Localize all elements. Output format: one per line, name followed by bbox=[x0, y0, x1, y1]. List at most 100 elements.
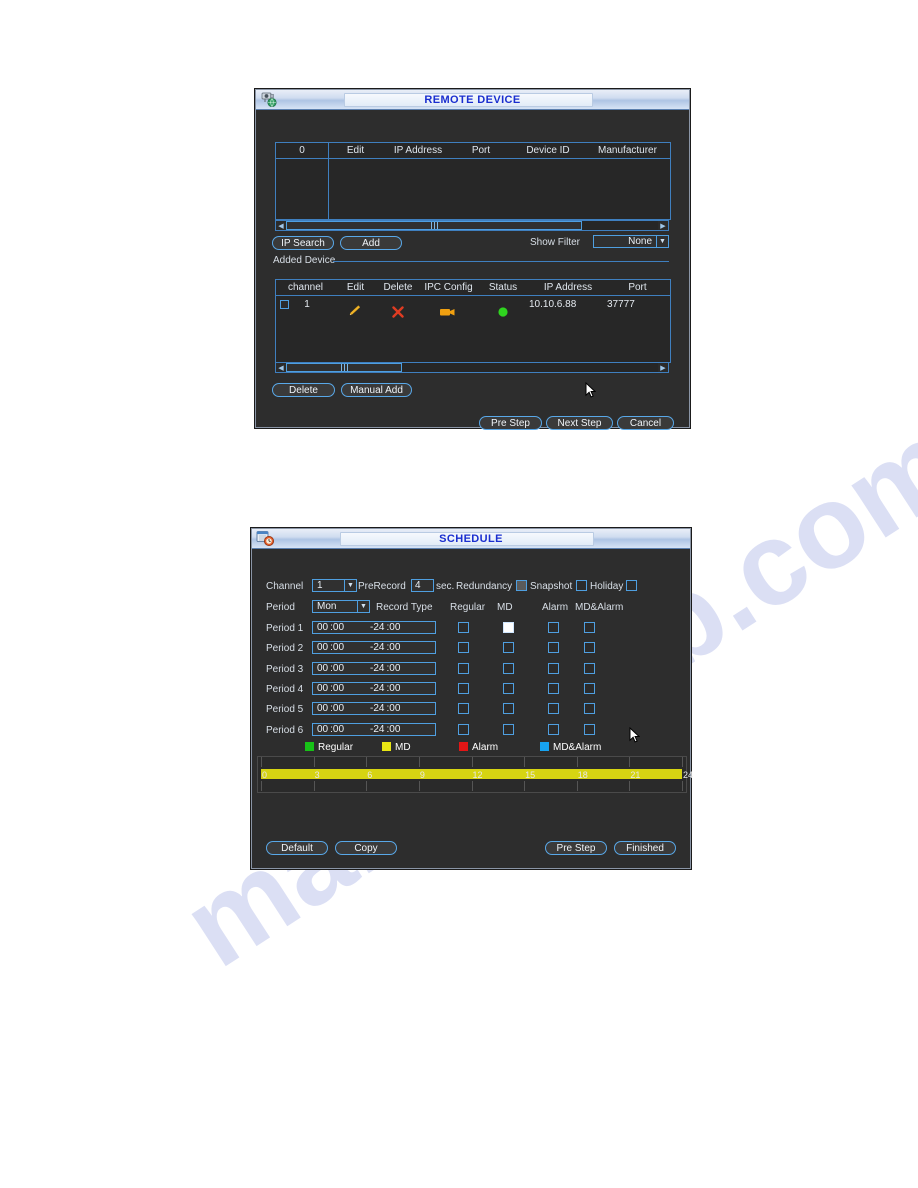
start-minute[interactable]: :00 bbox=[328, 703, 344, 714]
chevron-down-icon[interactable]: ▼ bbox=[656, 236, 668, 247]
period-4-md-checkbox[interactable] bbox=[503, 682, 514, 694]
period-1-regular-checkbox[interactable] bbox=[458, 622, 469, 633]
end-hour[interactable]: -24 bbox=[344, 642, 384, 653]
start-minute[interactable]: :00 bbox=[328, 663, 344, 674]
period-5-md-checkbox[interactable] bbox=[503, 703, 514, 715]
manual-add-button[interactable]: Manual Add bbox=[341, 383, 412, 397]
period-5-regular-checkbox[interactable] bbox=[458, 703, 469, 715]
period-6-md-alarm-checkbox[interactable] bbox=[584, 723, 595, 735]
period-3-md-alarm-checkbox[interactable] bbox=[584, 662, 595, 674]
timeline-tick bbox=[524, 781, 526, 791]
scroll-thumb[interactable] bbox=[286, 363, 402, 372]
search-table-hscrollbar[interactable]: ◀ ▶ bbox=[275, 220, 669, 231]
end-minute[interactable]: :00 bbox=[384, 622, 400, 633]
period-time-range-2[interactable]: 00:00 -24:00 bbox=[312, 641, 436, 655]
search-result-table[interactable]: 0 Edit IP Address Port Device ID Manufac… bbox=[275, 142, 671, 220]
period-4-alarm-checkbox[interactable] bbox=[548, 682, 559, 694]
period-1-md-checkbox[interactable] bbox=[503, 622, 514, 633]
holiday-checkbox[interactable] bbox=[626, 580, 637, 591]
x-icon[interactable] bbox=[392, 306, 404, 318]
timeline-bar-md[interactable] bbox=[261, 769, 682, 779]
scroll-thumb[interactable] bbox=[286, 221, 582, 230]
end-hour[interactable]: -24 bbox=[344, 683, 384, 694]
period-2-alarm-checkbox[interactable] bbox=[548, 642, 559, 654]
prerecord-input[interactable]: 4 bbox=[411, 579, 434, 592]
scroll-right-icon[interactable]: ▶ bbox=[658, 363, 668, 372]
start-minute[interactable]: :00 bbox=[328, 724, 344, 735]
period-1-md-alarm-checkbox[interactable] bbox=[584, 622, 595, 633]
end-minute[interactable]: :00 bbox=[384, 642, 400, 653]
channel-dropdown[interactable]: 1 ▼ bbox=[312, 579, 357, 592]
added-device-table[interactable]: channel Edit Delete IPC Config Status IP… bbox=[275, 279, 671, 363]
header-channel: channel bbox=[287, 282, 324, 293]
start-hour[interactable]: 00 bbox=[313, 642, 328, 653]
period-5-alarm-checkbox[interactable] bbox=[548, 703, 559, 715]
start-minute[interactable]: :00 bbox=[328, 622, 344, 633]
period-3-regular-checkbox[interactable] bbox=[458, 662, 469, 674]
start-hour[interactable]: 00 bbox=[313, 663, 328, 674]
show-filter-dropdown[interactable]: None ▼ bbox=[593, 235, 669, 248]
period-6-regular-checkbox[interactable] bbox=[458, 723, 469, 735]
period-2-md-checkbox[interactable] bbox=[503, 642, 514, 654]
default-button[interactable]: Default bbox=[266, 841, 328, 855]
end-minute[interactable]: :00 bbox=[384, 703, 400, 714]
period-4-regular-checkbox[interactable] bbox=[458, 682, 469, 694]
redundancy-checkbox[interactable] bbox=[516, 580, 527, 591]
ip-search-button[interactable]: IP Search bbox=[272, 236, 334, 250]
finished-button[interactable]: Finished bbox=[614, 841, 676, 855]
period-time-range-1[interactable]: 00:00 -24:00 bbox=[312, 621, 436, 634]
schedule-timeline[interactable]: 0 3 6 9 12 15 18 21 24 bbox=[257, 756, 693, 793]
pre-step-button[interactable]: Pre Step bbox=[545, 841, 607, 855]
row-select-checkbox[interactable] bbox=[280, 299, 289, 309]
period-time-range-3[interactable]: 00:00 -24:00 bbox=[312, 661, 436, 675]
period-4-md-alarm-checkbox[interactable] bbox=[584, 682, 595, 694]
start-minute[interactable]: :00 bbox=[328, 642, 344, 653]
period-3-alarm-checkbox[interactable] bbox=[548, 662, 559, 674]
end-hour[interactable]: -24 bbox=[344, 622, 384, 633]
period-3-md-checkbox[interactable] bbox=[503, 662, 514, 674]
scroll-left-icon[interactable]: ◀ bbox=[276, 221, 286, 230]
scroll-left-icon[interactable]: ◀ bbox=[276, 363, 286, 372]
end-minute[interactable]: :00 bbox=[384, 663, 400, 674]
delete-button[interactable]: Delete bbox=[272, 383, 335, 397]
period-6-md-checkbox[interactable] bbox=[503, 723, 514, 735]
pencil-icon[interactable] bbox=[348, 305, 362, 317]
period-2-regular-checkbox[interactable] bbox=[458, 642, 469, 654]
next-step-button[interactable]: Next Step bbox=[546, 416, 613, 430]
pre-step-button[interactable]: Pre Step bbox=[479, 416, 542, 430]
cancel-button[interactable]: Cancel bbox=[617, 416, 674, 430]
period-1-alarm-checkbox[interactable] bbox=[548, 622, 559, 633]
timeline-tick bbox=[366, 757, 368, 767]
period-time-range-5[interactable]: 00:00 -24:00 bbox=[312, 702, 436, 716]
start-hour[interactable]: 00 bbox=[313, 683, 328, 694]
thumb-grip bbox=[340, 364, 342, 371]
chevron-down-icon[interactable]: ▼ bbox=[357, 601, 369, 612]
copy-button[interactable]: Copy bbox=[335, 841, 397, 855]
chevron-down-icon[interactable]: ▼ bbox=[344, 580, 356, 591]
start-hour[interactable]: 00 bbox=[313, 703, 328, 714]
scroll-track[interactable] bbox=[286, 221, 658, 230]
end-hour[interactable]: -24 bbox=[344, 724, 384, 735]
add-button[interactable]: Add bbox=[340, 236, 402, 250]
snapshot-checkbox[interactable] bbox=[576, 580, 587, 591]
legend-swatch-regular bbox=[305, 742, 314, 751]
end-hour[interactable]: -24 bbox=[344, 703, 384, 714]
start-hour[interactable]: 00 bbox=[313, 724, 328, 735]
period-time-range-4[interactable]: 00:00 -24:00 bbox=[312, 681, 436, 695]
period-2-md-alarm-checkbox[interactable] bbox=[584, 642, 595, 654]
mouse-cursor bbox=[585, 382, 596, 398]
added-device-hscrollbar[interactable]: ◀ ▶ bbox=[275, 362, 669, 373]
scroll-right-icon[interactable]: ▶ bbox=[658, 221, 668, 230]
start-hour[interactable]: 00 bbox=[313, 622, 328, 633]
period-5-md-alarm-checkbox[interactable] bbox=[584, 703, 595, 715]
period-dropdown[interactable]: Mon ▼ bbox=[312, 600, 370, 613]
scroll-track[interactable] bbox=[286, 363, 658, 372]
end-minute[interactable]: :00 bbox=[384, 683, 400, 694]
start-minute[interactable]: :00 bbox=[328, 683, 344, 694]
table-row[interactable]: 1 10.10.6.88 37777 bbox=[276, 296, 670, 318]
period-time-range-6[interactable]: 00:00 -24:00 bbox=[312, 722, 436, 736]
end-hour[interactable]: -24 bbox=[344, 663, 384, 674]
end-minute[interactable]: :00 bbox=[384, 724, 400, 735]
period-6-alarm-checkbox[interactable] bbox=[548, 723, 559, 735]
camera-icon[interactable] bbox=[440, 308, 456, 317]
